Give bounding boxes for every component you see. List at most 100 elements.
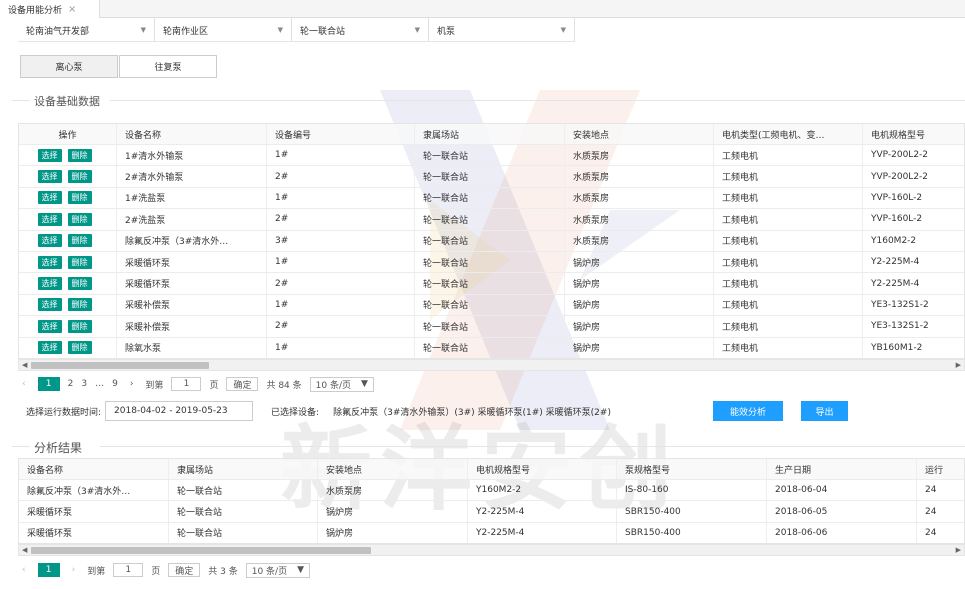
select-button[interactable]: 选择 xyxy=(37,234,62,248)
table-cell: 工频电机 xyxy=(714,316,863,337)
table-cell: Y160M2-2 xyxy=(468,480,617,501)
filter-area-select[interactable]: 轮南作业区 ▼ xyxy=(155,18,292,42)
table-row[interactable]: 采暖循环泵 轮一联合站 锅炉房 Y2-225M-4 SBR150-400 2018-06-… xyxy=(19,501,964,523)
table-cell: 水质泵房 xyxy=(565,145,714,166)
table-cell: 锅炉房 xyxy=(318,522,468,543)
table-row[interactable]: 选择 删除 采暖补偿泵 2# 轮一联合站 锅炉房 工频电机 YE3-132S1-2 xyxy=(19,316,964,338)
page-link[interactable]: 9 xyxy=(112,379,118,389)
table-row[interactable]: 除氟反冲泵（3#清水外… 轮一联合站 水质泵房 Y160M2-2 IS-80-160 20… xyxy=(19,480,964,502)
table-row[interactable]: 选择 删除 采暖补偿泵 1# 轮一联合站 锅炉房 工频电机 YE3-132S1-2 xyxy=(19,294,964,317)
scroll-left-icon[interactable]: ◀ xyxy=(22,360,27,370)
column-header: 电机规格型号 xyxy=(863,124,964,144)
table-cell: 锅炉房 xyxy=(565,316,714,337)
table-row[interactable]: 选择 删除 采暖循环泵 2# 轮一联合站 锅炉房 工频电机 Y2-225M-4 xyxy=(19,273,964,295)
scroll-right-icon[interactable]: ▶ xyxy=(956,360,961,370)
goto-confirm-button[interactable]: 确定 xyxy=(226,377,259,391)
page-link[interactable]: 3 xyxy=(81,379,87,389)
delete-button[interactable]: 删除 xyxy=(67,341,92,355)
prev-page-icon[interactable]: ‹ xyxy=(18,565,30,575)
table-cell: 除氟反冲泵（3#清水外… xyxy=(19,480,169,501)
export-button[interactable]: 导出 xyxy=(801,401,848,421)
scroll-left-icon[interactable]: ◀ xyxy=(22,545,27,555)
tab-reciprocating-pump[interactable]: 往复泵 xyxy=(119,55,217,78)
table-cell: 1# xyxy=(267,145,415,166)
select-button[interactable]: 选择 xyxy=(37,170,62,184)
delete-button[interactable]: 删除 xyxy=(67,277,92,291)
close-icon[interactable]: × xyxy=(68,4,76,15)
next-page-icon[interactable]: › xyxy=(126,379,138,389)
page-size-value: 10 条/页 xyxy=(315,380,352,391)
column-header: 泵规格型号 xyxy=(617,459,767,479)
delete-button[interactable]: 删除 xyxy=(67,234,92,248)
filter-equipment-type-select[interactable]: 机泵 ▼ xyxy=(429,18,575,42)
tab-equipment-energy-analysis[interactable]: 设备用能分析 × xyxy=(0,0,100,18)
table-cell: 2# xyxy=(267,316,415,337)
filter-station-select[interactable]: 轮一联合站 ▼ xyxy=(292,18,429,42)
table-cell: 2#洗盐泵 xyxy=(117,209,267,230)
table-cell: Y2-225M-4 xyxy=(468,522,617,543)
select-button[interactable]: 选择 xyxy=(37,341,62,355)
table-cell: 采暖补偿泵 xyxy=(117,294,267,316)
row-actions: 选择 删除 xyxy=(19,166,117,187)
table-cell: 轮一联合站 xyxy=(169,501,318,522)
delete-button[interactable]: 删除 xyxy=(67,255,92,269)
table-row[interactable]: 选择 删除 1#清水外输泵 1# 轮一联合站 水质泵房 工频电机 YVP-200L2-2 xyxy=(19,145,964,167)
table-row[interactable]: 选择 删除 除氟反冲泵（3#清水外… 3# 轮一联合站 水质泵房 工频电机 Y160M2-2 xyxy=(19,230,964,252)
delete-button[interactable]: 删除 xyxy=(67,319,92,333)
date-range-input[interactable]: 2018-04-02 - 2019-05-23 xyxy=(105,401,254,421)
column-header: 运行 xyxy=(917,459,964,479)
tab-centrifugal-pump[interactable]: 离心泵 xyxy=(20,55,118,78)
select-button[interactable]: 选择 xyxy=(37,319,62,333)
table-row[interactable]: 选择 删除 1#洗盐泵 1# 轮一联合站 水质泵房 工频电机 YVP-160L-2 xyxy=(19,187,964,210)
delete-button[interactable]: 删除 xyxy=(67,191,92,205)
filter-department-select[interactable]: 轮南油气开发部 ▼ xyxy=(18,18,155,42)
table-cell: 工频电机 xyxy=(714,273,863,294)
delete-button[interactable]: 删除 xyxy=(67,212,92,226)
table-cell: 2# xyxy=(267,273,415,294)
page-current[interactable]: 1 xyxy=(37,377,60,391)
table-cell: 工频电机 xyxy=(714,230,863,251)
horizontal-scrollbar[interactable]: ◀ ▶ xyxy=(18,359,965,371)
page-unit-label: 页 xyxy=(209,380,219,391)
chevron-down-icon: ▼ xyxy=(297,565,304,575)
prev-page-icon[interactable]: ‹ xyxy=(18,379,30,389)
table-cell: 采暖补偿泵 xyxy=(117,316,267,337)
scroll-right-icon[interactable]: ▶ xyxy=(956,545,961,555)
table-row[interactable]: 选择 删除 除氧水泵 1# 轮一联合站 锅炉房 工频电机 YB160M1-2 xyxy=(19,337,964,358)
select-button[interactable]: 选择 xyxy=(37,298,62,312)
table-cell: 2018-06-05 xyxy=(767,501,917,522)
filter-value: 轮南作业区 xyxy=(163,26,209,37)
page-size-select[interactable]: 10 条/页 ▼ xyxy=(309,376,374,392)
next-page-icon[interactable]: › xyxy=(68,565,80,575)
column-header: 隶属场站 xyxy=(415,124,565,144)
goto-page-input[interactable]: 1 xyxy=(171,377,202,391)
goto-confirm-button[interactable]: 确定 xyxy=(168,563,201,577)
page-link[interactable]: 2 xyxy=(68,379,74,389)
table-row[interactable]: 采暖循环泵 轮一联合站 锅炉房 Y2-225M-4 SBR150-400 2018-06-… xyxy=(19,522,964,543)
select-button[interactable]: 选择 xyxy=(37,255,62,269)
table-cell: YE3-132S1-2 xyxy=(863,316,964,336)
page-ellipsis: … xyxy=(95,379,105,389)
select-button[interactable]: 选择 xyxy=(37,212,62,226)
delete-button[interactable]: 删除 xyxy=(67,148,92,162)
select-button[interactable]: 选择 xyxy=(37,148,62,162)
energy-analysis-button[interactable]: 能效分析 xyxy=(713,401,783,421)
table-row[interactable]: 选择 删除 2#清水外输泵 2# 轮一联合站 水质泵房 工频电机 YVP-200L2-2 xyxy=(19,166,964,188)
table-row[interactable]: 选择 删除 2#洗盐泵 2# 轮一联合站 水质泵房 工频电机 YVP-160L-2 xyxy=(19,209,964,231)
tab-bar: 设备用能分析 × xyxy=(0,0,965,18)
table-cell: Y2-225M-4 xyxy=(468,501,617,522)
page-size-select[interactable]: 10 条/页 ▼ xyxy=(245,562,310,578)
select-button[interactable]: 选择 xyxy=(37,191,62,205)
table-cell: 轮一联合站 xyxy=(415,187,565,209)
equipment-basic-table: 操作 设备名称 设备编号 隶属场站 安装地点 电机类型(工频电机、变… 电机规格… xyxy=(18,123,965,359)
table-cell: 轮一联合站 xyxy=(415,273,565,294)
table-row[interactable]: 选择 删除 采暖循环泵 1# 轮一联合站 锅炉房 工频电机 Y2-225M-4 xyxy=(19,251,964,274)
page-current[interactable]: 1 xyxy=(37,563,60,577)
delete-button[interactable]: 删除 xyxy=(67,170,92,184)
scrollbar-thumb[interactable] xyxy=(31,547,371,554)
select-button[interactable]: 选择 xyxy=(37,277,62,291)
delete-button[interactable]: 删除 xyxy=(67,298,92,312)
goto-page-input[interactable]: 1 xyxy=(113,563,144,577)
scrollbar-thumb[interactable] xyxy=(31,362,209,369)
horizontal-scrollbar[interactable]: ◀ ▶ xyxy=(18,544,965,556)
